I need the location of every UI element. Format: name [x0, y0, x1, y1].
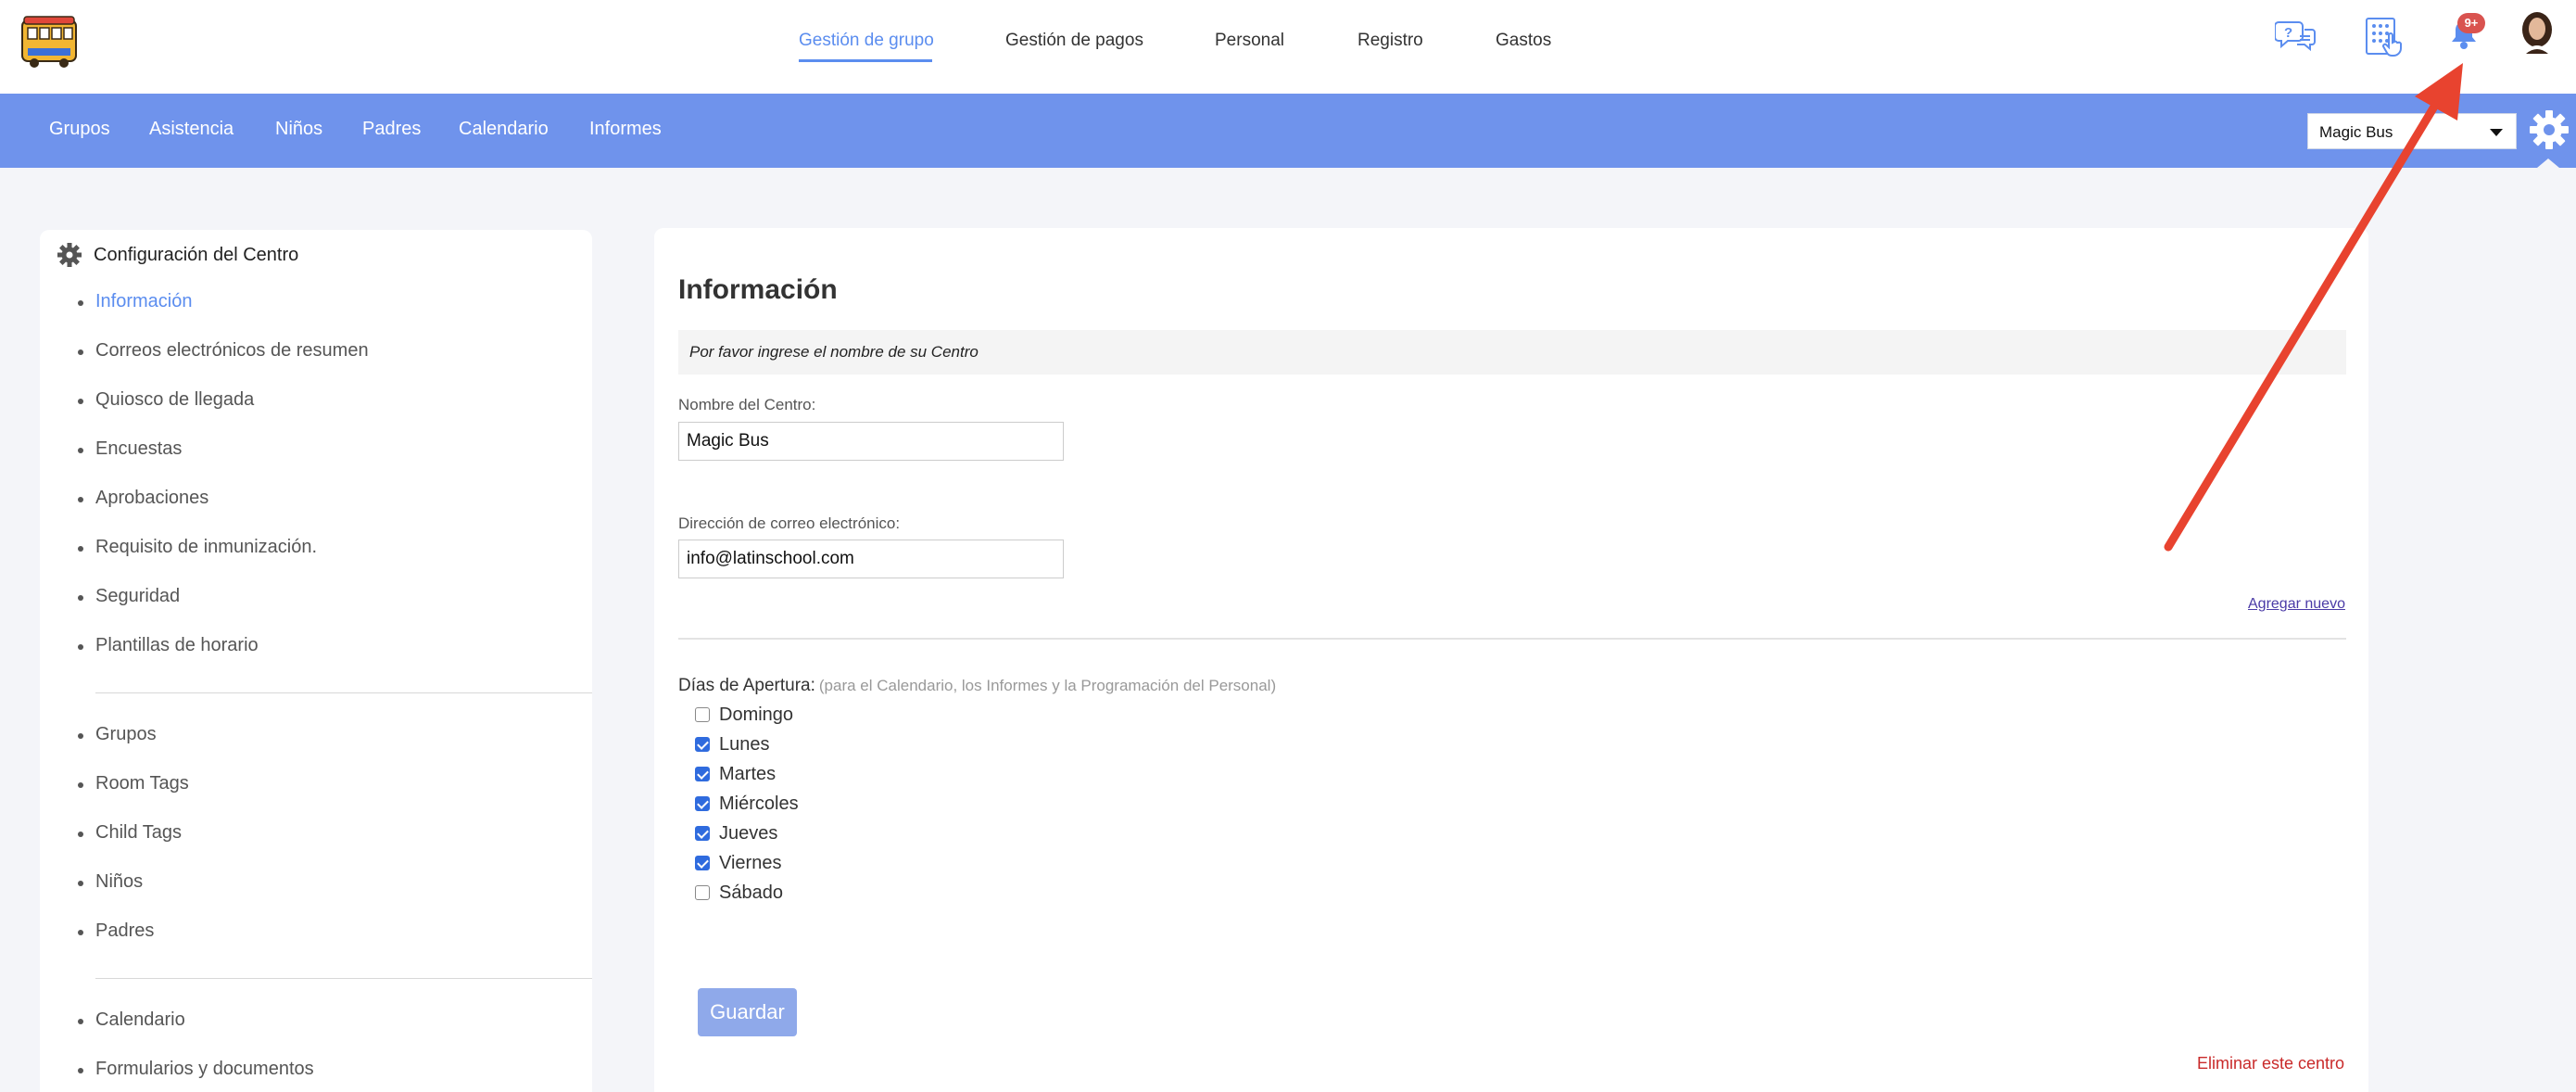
day-label: Miércoles — [719, 793, 799, 814]
sidebar-item-child-tags[interactable]: Child Tags — [77, 822, 182, 844]
day-label: Jueves — [719, 822, 778, 844]
topnav-personal[interactable]: Personal — [1215, 31, 1284, 51]
opening-days-title: Días de Apertura: — [678, 676, 815, 695]
subnav-grupos[interactable]: Grupos — [49, 119, 110, 140]
subnav-informes[interactable]: Informes — [589, 119, 662, 140]
topnav-gestion-pagos[interactable]: Gestión de pagos — [1005, 31, 1143, 51]
sidebar-item-encuestas[interactable]: Encuestas — [77, 438, 182, 460]
subnav-padres[interactable]: Padres — [362, 119, 421, 140]
center-select[interactable]: Magic Bus — [2307, 113, 2517, 149]
sidebar-item-seguridad[interactable]: Seguridad — [77, 586, 180, 607]
sidebar-item-padres[interactable]: Padres — [77, 921, 154, 942]
sidebar-item-correos-resumen[interactable]: Correos electrónicos de resumen — [78, 340, 369, 362]
checkbox[interactable] — [695, 856, 710, 870]
sidebar-item-room-tags[interactable]: Room Tags — [78, 773, 189, 794]
sidebar-title: Configuración del Centro — [94, 244, 299, 265]
topnav-gastos[interactable]: Gastos — [1496, 31, 1551, 51]
checkbox[interactable] — [695, 737, 710, 752]
day-label: Viernes — [719, 852, 782, 873]
sub-nav: Grupos Asistencia Niños Padres Calendari… — [0, 94, 2576, 168]
subnav-asistencia[interactable]: Asistencia — [149, 119, 234, 140]
save-button[interactable]: Guardar — [698, 988, 797, 1036]
sidebar-item-plantillas-horario[interactable]: Plantillas de horario — [78, 635, 259, 656]
checkbox[interactable] — [695, 796, 710, 811]
svg-text:?: ? — [2284, 25, 2292, 41]
sidebar-item-aprobaciones[interactable]: Aprobaciones — [77, 488, 208, 509]
sidebar-item-ninos[interactable]: Niños — [77, 871, 143, 893]
day-label: Martes — [719, 763, 777, 784]
settings-gear-icon[interactable] — [2528, 108, 2570, 151]
day-checkbox-viernes[interactable]: Viernes — [695, 851, 781, 875]
kiosk-keypad-icon[interactable] — [2365, 17, 2406, 59]
center-name-label: Nombre del Centro: — [678, 396, 816, 413]
day-checkbox-martes[interactable]: Martes — [695, 762, 776, 786]
gear-icon — [57, 243, 82, 267]
active-settings-notch — [2537, 159, 2559, 168]
sidebar-item-quiosco-llegada[interactable]: Quiosco de llegada — [77, 389, 254, 411]
email-input[interactable] — [678, 540, 1064, 578]
settings-sidebar: Configuración del Centro Información Cor… — [40, 230, 592, 1092]
email-label: Dirección de correo electrónico: — [678, 514, 901, 532]
sidebar-item-inmunizacion[interactable]: Requisito de inmunización. — [77, 537, 317, 558]
sidebar-header: Configuración del Centro — [57, 241, 298, 269]
topnav-registro[interactable]: Registro — [1357, 31, 1423, 51]
section-divider — [678, 638, 2346, 640]
sidebar-item-grupos[interactable]: Grupos — [78, 724, 157, 745]
checkbox[interactable] — [695, 885, 710, 900]
sidebar-item-calendario[interactable]: Calendario — [78, 1009, 185, 1031]
day-checkbox-lunes[interactable]: Lunes — [695, 732, 770, 756]
add-new-email-link[interactable]: Agregar nuevo — [2248, 596, 2345, 613]
user-avatar[interactable] — [2517, 11, 2557, 54]
notifications-badge: 9+ — [2457, 13, 2485, 33]
checkbox[interactable] — [695, 767, 710, 781]
day-label: Domingo — [719, 704, 794, 725]
sidebar-item-informacion[interactable]: Información — [78, 291, 193, 312]
center-select-value: Magic Bus — [2319, 123, 2393, 141]
top-nav: Gestión de grupo Gestión de pagos Person… — [0, 0, 2576, 94]
day-checkbox-domingo[interactable]: Domingo — [695, 703, 793, 727]
page-title: Información — [678, 274, 838, 305]
day-checkbox-sabado[interactable]: Sábado — [695, 881, 783, 905]
checkbox[interactable] — [695, 826, 710, 841]
checkbox[interactable] — [695, 707, 710, 722]
chevron-down-icon — [2490, 129, 2503, 136]
information-panel: Información Por favor ingrese el nombre … — [654, 228, 2368, 1092]
center-name-input[interactable] — [678, 422, 1064, 461]
subnav-calendario[interactable]: Calendario — [459, 119, 549, 140]
day-label: Sábado — [719, 882, 783, 903]
opening-days-label: Días de Apertura: (para el Calendario, lo… — [678, 676, 1276, 696]
delete-center-link[interactable]: Eliminar este centro — [2197, 1054, 2344, 1073]
top-header: Gestión de grupo Gestión de pagos Person… — [0, 0, 2576, 94]
day-checkbox-jueves[interactable]: Jueves — [695, 821, 777, 845]
sidebar-divider — [95, 692, 592, 693]
help-chat-icon[interactable]: ? — [2275, 19, 2317, 54]
sidebar-divider — [95, 978, 592, 979]
day-label: Lunes — [719, 733, 770, 755]
day-checkbox-miercoles[interactable]: Miércoles — [695, 792, 799, 816]
subnav-ninos[interactable]: Niños — [275, 119, 322, 140]
info-note: Por favor ingrese el nombre de su Centro — [678, 330, 2346, 375]
sidebar-item-formularios[interactable]: Formularios y documentos — [78, 1059, 314, 1080]
active-tab-underline — [799, 59, 932, 62]
opening-days-hint: (para el Calendario, los Informes y la P… — [818, 677, 1277, 694]
topnav-gestion-grupo[interactable]: Gestión de grupo — [799, 31, 934, 51]
